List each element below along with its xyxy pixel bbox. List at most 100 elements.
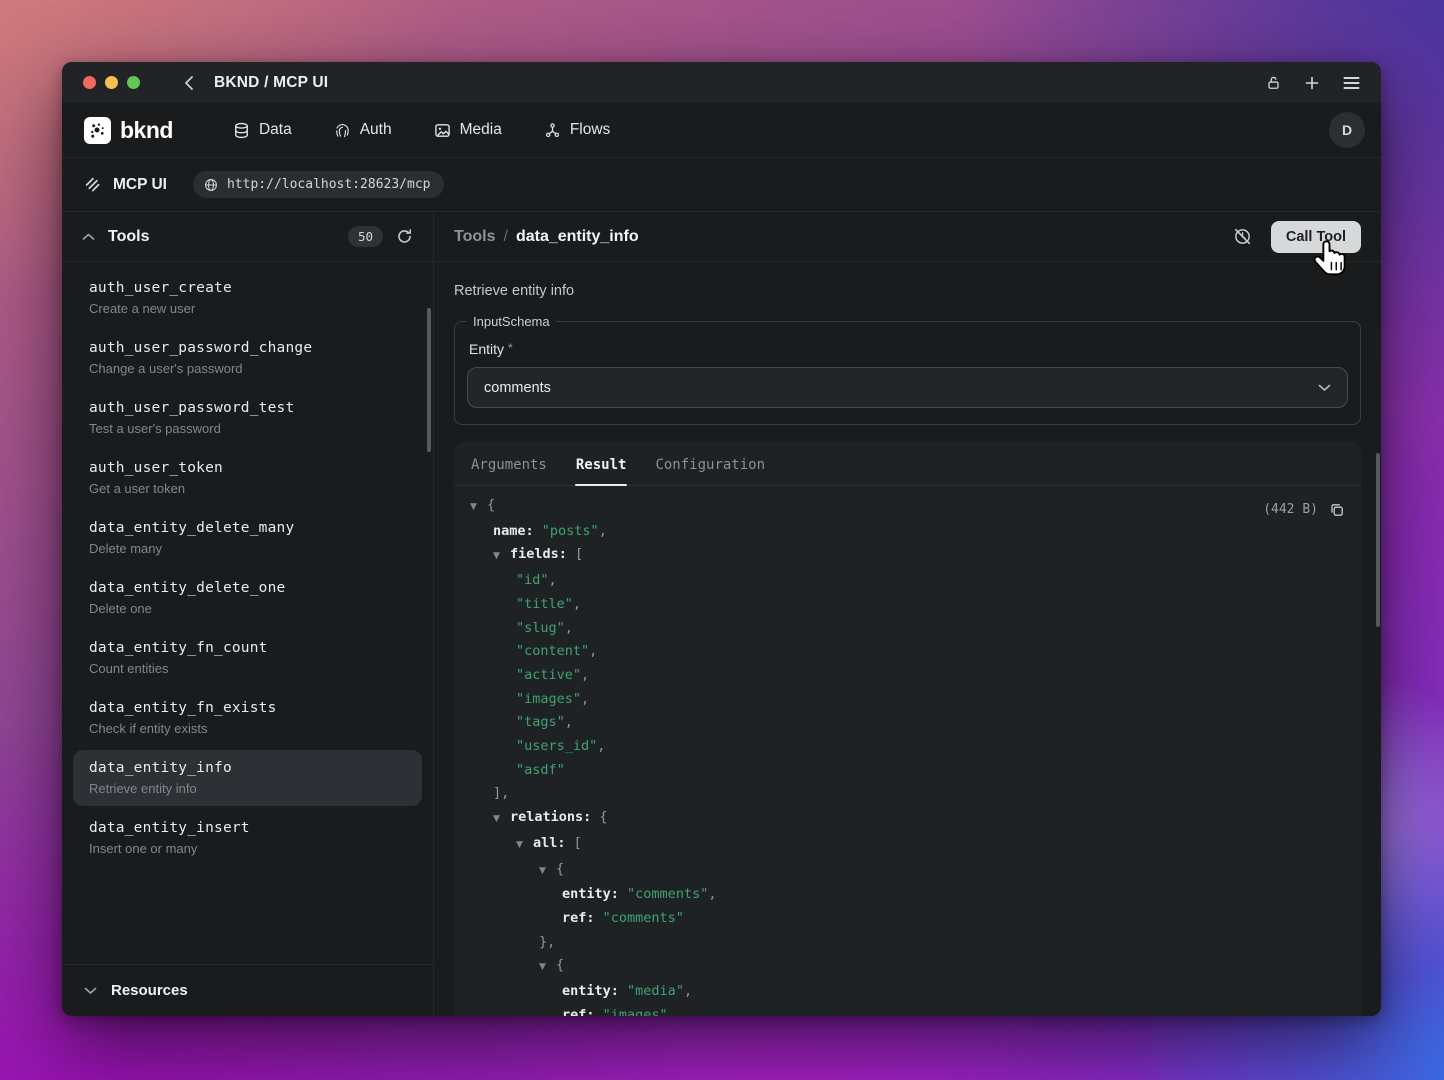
list-item[interactable]: auth_user_create Create a new user [73, 270, 422, 326]
tool-name: auth_user_password_test [89, 400, 406, 416]
input-schema-legend: InputSchema [467, 314, 556, 329]
collapse-triangle-icon[interactable]: ▼ [539, 956, 556, 980]
nav-item-label: Data [259, 121, 292, 139]
json-token-punc: , [599, 523, 607, 539]
collapse-triangle-icon[interactable]: ▼ [470, 496, 487, 520]
entity-select[interactable]: comments [467, 367, 1348, 408]
chevron-down-icon[interactable] [84, 987, 97, 995]
json-token-str: "posts" [542, 523, 599, 539]
json-line: ▼fields: [ [470, 543, 1345, 569]
breadcrumb-current: data_entity_info [516, 228, 639, 246]
collapse-triangle-icon[interactable]: ▼ [493, 545, 510, 569]
tool-name: auth_user_create [89, 280, 406, 296]
minimize-button[interactable] [105, 76, 118, 89]
breadcrumb-parent[interactable]: Tools [454, 228, 495, 246]
resources-section-header[interactable]: Resources [62, 964, 433, 1016]
collapse-triangle-icon[interactable]: ▼ [493, 808, 510, 832]
nav-item-auth[interactable]: Auth [320, 113, 406, 147]
list-item[interactable]: data_entity_delete_oneDelete one [73, 570, 422, 626]
list-item[interactable]: data_entity_fn_existsCheck if entity exi… [73, 690, 422, 746]
tool-description: Change a user's password [89, 361, 406, 376]
call-tool-button[interactable]: Call Tool [1271, 221, 1361, 253]
tab-configuration[interactable]: Configuration [654, 457, 766, 485]
user-avatar[interactable]: D [1329, 112, 1365, 148]
collapse-triangle-icon[interactable]: ▼ [539, 860, 556, 884]
window-titlebar: BKND / MCP UI [62, 62, 1381, 103]
json-line: ▼{ [470, 858, 1345, 884]
desktop-wallpaper: { "titlebar": { "title": "BKND / MCP UI"… [0, 0, 1444, 1080]
tool-description: Test a user's password [89, 421, 406, 436]
nav-items: Data Auth [219, 113, 624, 147]
json-token-str: "media" [627, 983, 684, 999]
window-title: BKND / MCP UI [214, 74, 328, 92]
refresh-icon[interactable] [396, 228, 413, 245]
list-item[interactable]: data_entity_insertInsert one or many [73, 810, 422, 866]
new-tab-icon[interactable] [1304, 75, 1320, 91]
json-token-str: "tags" [516, 714, 565, 730]
nav-item-label: Flows [570, 121, 610, 139]
list-item[interactable]: auth_user_password_changeChange a user's… [73, 330, 422, 386]
result-size-badge: (442 B) [1263, 498, 1318, 522]
entity-select-value: comments [484, 380, 551, 396]
tools-sidebar: Tools 50 auth_user_create Create a new us… [62, 212, 434, 1016]
list-item[interactable]: auth_user_tokenGet a user token [73, 450, 422, 506]
list-item[interactable]: data_entity_infoRetrieve entity info [73, 750, 422, 806]
collapse-triangle-icon[interactable]: ▼ [516, 834, 533, 858]
main-scrollbar[interactable] [1376, 453, 1380, 627]
copy-icon[interactable] [1329, 502, 1345, 518]
tool-description: Insert one or many [89, 841, 406, 856]
brand-logo[interactable]: bknd [78, 117, 179, 144]
nav-item-data[interactable]: Data [219, 113, 306, 147]
json-line: ▼relations: { [470, 806, 1345, 832]
json-token-punc: , [565, 714, 573, 730]
json-line: "id", [470, 569, 1345, 593]
tab-arguments[interactable]: Arguments [470, 457, 548, 485]
sidebar-scrollbar[interactable] [427, 308, 431, 452]
back-icon[interactable] [182, 75, 198, 91]
json-line: ref: "comments" [470, 907, 1345, 931]
lock-icon[interactable] [1266, 75, 1281, 91]
json-token-punc: { [487, 497, 495, 513]
json-token-str: "comments" [627, 886, 708, 902]
json-token-key: all: [533, 835, 566, 851]
chevron-up-icon[interactable] [82, 233, 95, 241]
json-token-punc: [ [566, 835, 582, 851]
json-token-punc: , [589, 643, 597, 659]
tool-detail-header: Tools / data_entity_info Call Tool [434, 212, 1381, 262]
json-token-punc: , [684, 983, 692, 999]
mcp-url-pill[interactable]: http://localhost:28623/mcp [193, 171, 445, 198]
tool-detail-body: Retrieve entity info InputSchema Entity*… [434, 262, 1381, 1016]
list-item[interactable]: data_entity_fn_count Count entities [73, 630, 422, 686]
json-line: ▼{ [470, 954, 1345, 980]
json-token-punc: , [549, 572, 557, 588]
tool-description: Create a new user [89, 301, 406, 316]
tool-description: Retrieve entity info [89, 781, 406, 796]
json-token-punc: , [708, 886, 716, 902]
list-item[interactable]: auth_user_password_test Test a user's pas… [73, 390, 422, 446]
content-area: Tools 50 auth_user_create Create a new us… [62, 212, 1381, 1016]
json-line: "tags", [470, 711, 1345, 735]
tool-name: data_entity_fn_count [89, 640, 406, 656]
tool-description: Retrieve entity info [454, 283, 1361, 299]
json-token-punc [619, 983, 627, 999]
nav-item-flows[interactable]: Flows [530, 113, 624, 147]
tools-section-header[interactable]: Tools 50 [62, 212, 433, 262]
json-token-str: "asdf" [516, 762, 565, 778]
history-off-icon[interactable] [1233, 227, 1252, 246]
json-token-punc [619, 886, 627, 902]
tab-result[interactable]: Result [575, 457, 628, 485]
json-line: "title", [470, 593, 1345, 617]
mcp-layers-icon [84, 176, 101, 193]
maximize-button[interactable] [127, 76, 140, 89]
list-item[interactable]: data_entity_delete_manyDelete many [73, 510, 422, 566]
tool-name: auth_user_token [89, 460, 406, 476]
json-line: entity: "comments", [470, 883, 1345, 907]
nav-item-media[interactable]: Media [420, 113, 516, 147]
json-token-punc: , [581, 667, 589, 683]
json-token-punc [595, 1007, 603, 1016]
close-button[interactable] [83, 76, 96, 89]
menu-icon[interactable] [1343, 76, 1360, 90]
tool-description: Count entities [89, 661, 406, 676]
json-line: "users_id", [470, 735, 1345, 759]
json-token-punc: , [581, 691, 589, 707]
